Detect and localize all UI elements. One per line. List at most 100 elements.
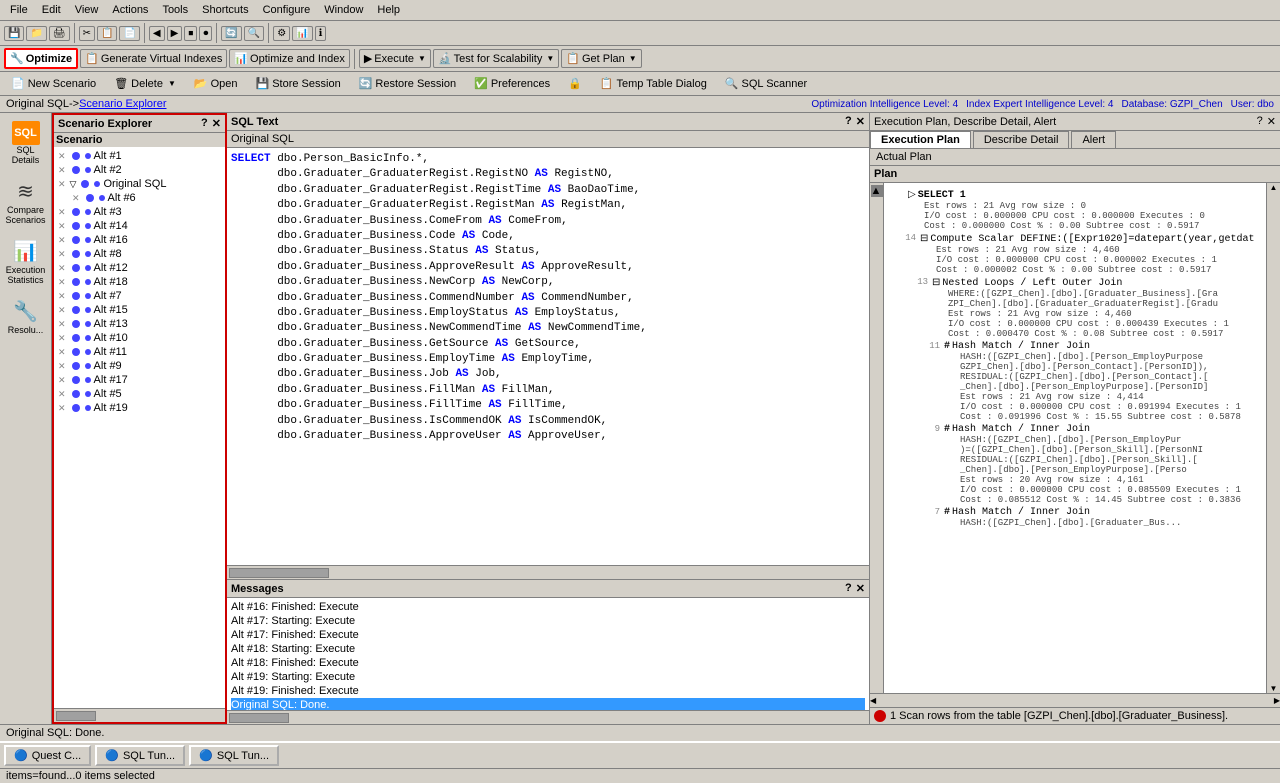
tree-item-alt12[interactable]: ✕ Alt #12 (56, 261, 223, 275)
alt18-close-icon[interactable]: ✕ (58, 277, 66, 288)
alt3-close-icon[interactable]: ✕ (58, 207, 66, 218)
index-level-label[interactable]: Index Expert Intelligence Level: 4 (966, 99, 1113, 110)
toolbar-icon-2[interactable]: 📁 (26, 26, 46, 41)
alt5-close-icon[interactable]: ✕ (58, 389, 66, 400)
tree-item-alt19[interactable]: ✕ Alt #19 (56, 401, 223, 415)
menu-configure[interactable]: Configure (257, 2, 317, 18)
opt-level-label[interactable]: Optimization Intelligence Level: 4 (811, 99, 958, 110)
alt15-close-icon[interactable]: ✕ (58, 305, 66, 316)
taskbar-btn-quest[interactable]: 🔵 Quest C... (4, 745, 91, 766)
menu-help[interactable]: Help (371, 2, 406, 18)
optimize-button[interactable]: 🔧 Optimize (4, 48, 78, 69)
scenario-hscroll-thumb[interactable] (56, 711, 96, 721)
tree-item-alt1[interactable]: ✕ Alt #1 (56, 149, 223, 163)
sql-hscroll-thumb[interactable] (229, 568, 329, 578)
tree-item-alt7[interactable]: ✕ Alt #7 (56, 289, 223, 303)
nav-resolution[interactable]: 🔧 Resolu... (3, 293, 49, 339)
messages-hscroll-thumb[interactable] (229, 713, 289, 723)
breadcrumb-scenario-explorer-link[interactable]: Scenario Explorer (79, 98, 166, 110)
tree-item-alt15[interactable]: ✕ Alt #15 (56, 303, 223, 317)
tree-item-alt5[interactable]: ✕ Alt #5 (56, 387, 223, 401)
alt16-close-icon[interactable]: ✕ (58, 235, 66, 246)
sql-close-icon[interactable]: ✕ (856, 115, 865, 128)
test-scalability-button[interactable]: 🔬 Test for Scalability ▼ (433, 49, 559, 68)
toolbar-icon-6[interactable]: 📄 (119, 26, 139, 41)
node9-hash-icon[interactable]: # (944, 424, 950, 435)
scenario-help-icon[interactable]: ? (201, 117, 208, 130)
nav-compare[interactable]: ≋ Compare Scenarios (3, 173, 49, 229)
tree-item-alt17[interactable]: ✕ Alt #17 (56, 373, 223, 387)
tree-item-alt9[interactable]: ✕ Alt #9 (56, 359, 223, 373)
alt17-close-icon[interactable]: ✕ (58, 375, 66, 386)
menu-window[interactable]: Window (318, 2, 369, 18)
tree-item-alt14[interactable]: ✕ Alt #14 (56, 219, 223, 233)
user-label[interactable]: User: dbo (1231, 99, 1274, 110)
select-expand-icon[interactable]: ▷ (908, 189, 916, 201)
node7-hash-icon[interactable]: # (944, 507, 950, 518)
execute-dropdown-arrow[interactable]: ▼ (418, 54, 426, 63)
taskbar-btn-sql-tun-2[interactable]: 🔵 SQL Tun... (189, 745, 279, 766)
tree-item-alt16[interactable]: ✕ Alt #16 (56, 233, 223, 247)
plan-scroll-up-btn[interactable]: ▲ (1270, 183, 1278, 192)
tab-execution-plan[interactable]: Execution Plan (870, 131, 971, 148)
messages-content[interactable]: Alt #16: Finished: Execute Alt #17: Star… (227, 598, 869, 710)
messages-hscrollbar[interactable] (227, 710, 869, 724)
store-session-button[interactable]: 💾 Store Session (249, 74, 348, 93)
tree-item-alt10[interactable]: ✕ Alt #10 (56, 331, 223, 345)
sql-content[interactable]: SELECT dbo.Person_BasicInfo.*, dbo.Gradu… (227, 148, 869, 565)
tree-item-alt11[interactable]: ✕ Alt #11 (56, 345, 223, 359)
toolbar-icon-15[interactable]: ℹ (315, 26, 327, 41)
alt8-close-icon[interactable]: ✕ (58, 249, 66, 260)
alt10-close-icon[interactable]: ✕ (58, 333, 66, 344)
alt7-close-icon[interactable]: ✕ (58, 291, 66, 302)
node11-hash-icon[interactable]: # (944, 341, 950, 352)
tree-item-alt13[interactable]: ✕ Alt #13 (56, 317, 223, 331)
menu-file[interactable]: File (4, 2, 34, 18)
tab-describe-detail[interactable]: Describe Detail (973, 131, 1070, 148)
scenario-close-icon[interactable]: ✕ (212, 117, 221, 130)
toolbar-icon-10[interactable]: ⏺ (199, 26, 212, 41)
orig-close-icon[interactable]: ✕ (58, 179, 66, 190)
menu-actions[interactable]: Actions (106, 2, 154, 18)
toolbar-icon-4[interactable]: ✂ (79, 26, 95, 41)
plan-content[interactable]: ▷ SELECT 1 Est rows : 21 Avg row size : … (884, 183, 1266, 693)
node14-expand-icon[interactable]: ⊟ (920, 233, 928, 245)
alt9-close-icon[interactable]: ✕ (58, 361, 66, 372)
taskbar-btn-sql-tun-1[interactable]: 🔵 SQL Tun... (95, 745, 185, 766)
delete-button[interactable]: 🗑 Delete ▼ (107, 74, 183, 93)
alt6-close-icon[interactable]: ✕ (72, 193, 80, 204)
tree-item-alt8[interactable]: ✕ Alt #8 (56, 247, 223, 261)
get-plan-button[interactable]: 📋 Get Plan ▼ (561, 49, 641, 68)
messages-close-icon[interactable]: ✕ (856, 582, 865, 595)
toolbar-icon-9[interactable]: ⏹ (184, 26, 197, 41)
tree-item-original[interactable]: ✕ ▽ Original SQL (56, 177, 223, 191)
toolbar-icon-5[interactable]: 📋 (97, 26, 117, 41)
new-scenario-button[interactable]: 📄 New Scenario (4, 74, 103, 93)
toolbar-icon-3[interactable]: 🖨 (49, 26, 70, 41)
restore-session-button[interactable]: 🔄 Restore Session (352, 74, 463, 93)
tree-item-alt2[interactable]: ✕ Alt #2 (56, 163, 223, 177)
plan-scroll-up[interactable]: ▲ (871, 185, 883, 197)
orig-expand-icon[interactable]: ▽ (70, 179, 77, 190)
menu-edit[interactable]: Edit (36, 2, 67, 18)
preferences-button[interactable]: ✅ Preferences (467, 74, 557, 93)
plan-hscroll-right[interactable]: ▶ (1274, 696, 1280, 705)
nav-execution-statistics[interactable]: 📊 Execution Statistics (3, 233, 49, 289)
menu-tools[interactable]: Tools (156, 2, 194, 18)
sql-scanner-button[interactable]: 🔍 SQL Scanner (718, 74, 814, 93)
toolbar-icon-12[interactable]: 🔍 (244, 26, 264, 41)
nav-sql-details[interactable]: SQL SQL Details (3, 117, 49, 169)
toolbar-icon-1[interactable]: 💾 (4, 26, 24, 41)
optimize-index-button[interactable]: 📊 Optimize and Index (229, 49, 349, 68)
scenario-hscrollbar[interactable] (54, 708, 225, 722)
open-button[interactable]: 📂 Open (187, 74, 245, 93)
tree-item-alt18[interactable]: ✕ Alt #18 (56, 275, 223, 289)
tree-item-alt3[interactable]: ✕ Alt #3 (56, 205, 223, 219)
right-close-icon[interactable]: ✕ (1267, 115, 1276, 128)
temp-table-button[interactable]: 📋 Temp Table Dialog (593, 74, 714, 93)
tree-item-alt6[interactable]: ✕ Alt #6 (56, 191, 223, 205)
toolbar-icon-13[interactable]: ⚙ (273, 26, 290, 41)
toolbar-icon-14[interactable]: 📊 (292, 26, 312, 41)
sql-hscrollbar[interactable] (227, 565, 869, 579)
tab-alert[interactable]: Alert (1071, 131, 1116, 148)
